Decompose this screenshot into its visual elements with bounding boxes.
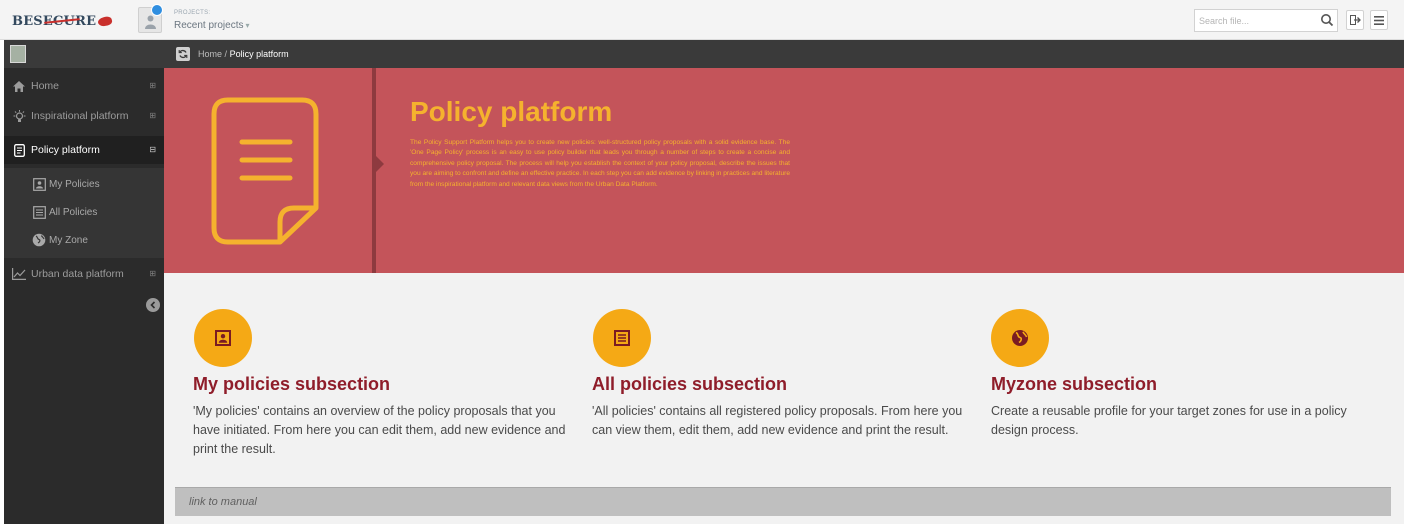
sidebar-subitem-my-zone[interactable]: My Zone (32, 230, 88, 250)
sidebar-item-inspirational-platform[interactable]: Inspirational platform ⊞ (4, 102, 164, 130)
breadcrumb-home-link[interactable]: Home (198, 49, 222, 59)
collapse-icon[interactable]: ⊟ (149, 145, 156, 154)
my-policies-button[interactable] (194, 309, 252, 367)
globe-icon (1012, 330, 1028, 346)
myzone-title[interactable]: Myzone subsection (991, 374, 1157, 395)
sidebar-item-label: Urban data platform (31, 268, 124, 280)
sidebar-subitem-my-policies[interactable]: My Policies (32, 174, 100, 194)
all-policies-description: 'All policies' contains all registered p… (592, 404, 963, 437)
list-document-icon (32, 205, 46, 219)
logout-icon (1349, 15, 1361, 25)
home-icon (12, 79, 26, 93)
list-document-icon (614, 330, 630, 346)
globe-icon (32, 233, 46, 247)
hero-divider-arrow (376, 156, 384, 172)
expand-icon[interactable]: ⊞ (149, 81, 156, 90)
sidebar-item-label: Policy platform (31, 144, 100, 156)
hero-banner: Policy platform The Policy Support Platf… (164, 68, 1404, 273)
logo-swoosh-icon (97, 14, 114, 28)
hamburger-menu-icon (1374, 15, 1384, 25)
expand-icon[interactable]: ⊞ (149, 269, 156, 278)
chevron-down-icon: ▾ (245, 21, 250, 30)
myzone-button[interactable] (991, 309, 1049, 367)
breadcrumb-current: Policy platform (229, 49, 289, 59)
avatar[interactable] (10, 45, 26, 63)
sidebar-item-label: Home (31, 80, 60, 92)
manual-link[interactable]: link to manual (189, 496, 257, 508)
sidebar-item-policy-platform[interactable]: Policy platform ⊟ (4, 136, 164, 164)
breadcrumb: Home / Policy platform (198, 49, 289, 59)
notification-badge (151, 4, 163, 16)
sidebar-item-home[interactable]: Home ⊞ (4, 72, 164, 100)
search-box (1194, 9, 1338, 32)
refresh-icon[interactable] (176, 47, 190, 61)
sidebar-subitem-label: All Policies (49, 206, 98, 218)
hero-icon-panel (164, 68, 376, 273)
projects-dropdown[interactable]: Recent projects ▾ (174, 20, 250, 31)
chevron-left-icon (150, 301, 156, 309)
all-policies-button[interactable] (593, 309, 651, 367)
user-document-icon (215, 330, 231, 346)
expand-icon[interactable]: ⊞ (149, 111, 156, 120)
sidebar-subitem-label: My Policies (49, 178, 100, 190)
page-title: Policy platform (410, 96, 613, 127)
myzone-description: Create a reusable profile for your targe… (991, 404, 1347, 437)
policy-platform-submenu: My Policies All Policies My Zone (4, 168, 164, 258)
logout-button[interactable] (1346, 10, 1364, 30)
hero-description: The Policy Support Platform helps you to… (410, 139, 790, 188)
sidebar-subitem-all-policies[interactable]: All Policies (32, 202, 97, 222)
my-policies-title[interactable]: My policies subsection (193, 374, 390, 395)
search-icon[interactable] (1320, 13, 1334, 27)
sidebar-collapse-button[interactable] (146, 298, 160, 312)
all-policies-title[interactable]: All policies subsection (592, 374, 787, 395)
sidebar-item-label: Inspirational platform (31, 110, 129, 122)
sidebar-item-urban-data-platform[interactable]: Urban data platform ⊞ (4, 260, 164, 288)
manual-bar: link to manual (175, 487, 1391, 516)
user-icon (145, 15, 156, 29)
projects-label: PROJECTS: (174, 10, 211, 16)
breadcrumb-separator: / (224, 49, 228, 59)
top-bar: BESECURE PROJECTS: Recent projects▾ (0, 0, 1404, 40)
document-icon (211, 97, 319, 245)
sidebar: Home ⊞ Inspirational platform ⊞ Policy p… (4, 40, 164, 524)
line-chart-icon (12, 267, 26, 281)
menu-button[interactable] (1370, 10, 1388, 30)
search-input[interactable] (1199, 13, 1309, 29)
sidebar-subitem-label: My Zone (49, 234, 88, 246)
user-document-icon (32, 177, 46, 191)
document-icon (12, 143, 26, 157)
lightbulb-icon (12, 109, 26, 123)
my-policies-description: 'My policies' contains an overview of th… (193, 404, 566, 456)
breadcrumb-bar: Home / Policy platform (164, 40, 1404, 68)
sidebar-header (4, 40, 164, 68)
projects-dropdown-value: Recent projects (174, 20, 244, 31)
